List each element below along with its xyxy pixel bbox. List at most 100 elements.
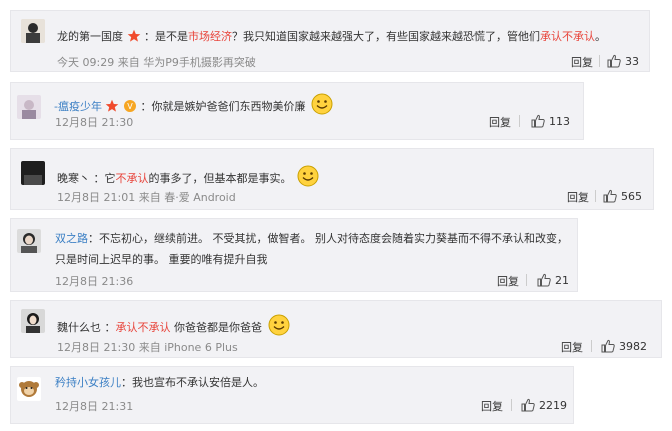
avatar[interactable] <box>21 19 45 43</box>
timestamp: 12月8日 21:30 <box>55 116 134 129</box>
highlight-link[interactable]: 不承认 <box>116 172 149 185</box>
comment-text: 龙的第一国度 ：是不是市场经济？我只知道国家越来越强大了，有些国家越来越恐慌了，… <box>57 29 606 45</box>
smiley-icon <box>297 165 319 187</box>
username[interactable]: -瘟疫少年 <box>54 100 102 113</box>
thumbs-up-icon <box>521 398 535 412</box>
highlight-link[interactable]: 承认不承认 <box>116 321 171 334</box>
divider <box>595 190 596 202</box>
avatar[interactable] <box>21 161 45 185</box>
username[interactable]: 龙的第一国度 <box>57 30 123 43</box>
like-button[interactable]: 3982 <box>601 339 647 353</box>
smiley-icon <box>268 314 290 336</box>
divider <box>526 274 527 286</box>
reply-button[interactable]: 回复 <box>571 54 593 70</box>
comment-meta: 12月8日 21:30 来自 iPhone 6 Plus <box>57 339 238 355</box>
colon: ： <box>93 172 105 185</box>
colon: ： <box>140 100 152 113</box>
comment-card: 魏什么乜 ：承认不承认 你爸爸都是你爸爸 12月8日 21:30 来自 iPho… <box>10 300 662 358</box>
source: 来自 iPhone 6 Plus <box>138 341 238 354</box>
reply-button[interactable]: 回复 <box>567 189 589 205</box>
comment-card: 矜持小女孩儿：我也宣布不承认安倍是人。 12月8日 21:31 回复 2219 <box>10 366 574 424</box>
like-count: 565 <box>621 189 642 203</box>
reply-button[interactable]: 回复 <box>497 273 519 289</box>
comment-meta: 12月8日 21:36 <box>55 273 133 289</box>
vip-star-icon <box>105 99 119 113</box>
like-button[interactable]: 21 <box>537 273 569 287</box>
comment-text: -瘟疫少年 V ：你就是嫉妒爸爸们东西物美价廉 <box>54 93 333 115</box>
avatar-image <box>17 377 41 401</box>
timestamp: 12月8日 21:31 <box>55 400 134 413</box>
colon: ： <box>144 30 155 43</box>
thumbs-up-icon <box>531 114 545 128</box>
comment-body: ？我只知道国家越来越强大了，有些国家越来越恐慌了，管他们 <box>232 30 540 43</box>
like-button[interactable]: 2219 <box>521 398 567 412</box>
like-count: 113 <box>549 114 570 128</box>
svg-text:V: V <box>127 102 133 111</box>
timestamp: 12月8日 21:30 <box>57 341 136 354</box>
comment-text: 晚寒丶 ：它不承认的事多了，但基本都是事实。 <box>57 165 319 187</box>
comment-body: 不忘初心，继续前进。 不受其扰，做智者。 别人对待态度会随着实力葵基而不得不承认… <box>55 232 568 266</box>
like-button[interactable]: 33 <box>607 54 639 68</box>
like-count: 2219 <box>539 398 567 412</box>
divider <box>591 340 592 352</box>
highlight-link[interactable]: 承认不承认 <box>540 30 595 43</box>
avatar-image <box>21 19 45 43</box>
smiley-icon <box>311 93 333 115</box>
divider <box>511 399 512 411</box>
crown-badge-icon: V <box>123 100 136 112</box>
avatar[interactable] <box>17 229 41 253</box>
highlight-link[interactable]: 市场经济 <box>188 30 232 43</box>
thumbs-up-icon <box>607 54 621 68</box>
username[interactable]: 双之路 <box>55 232 88 245</box>
comment-meta: 12月8日 21:01 来自 春·爱 Android <box>57 189 236 205</box>
comment-text: 矜持小女孩儿：我也宣布不承认安倍是人。 <box>55 375 264 391</box>
comment-body: 是不是 <box>155 30 188 43</box>
comment-body: 的事多了，但基本都是事实。 <box>148 172 292 185</box>
avatar[interactable] <box>17 377 41 401</box>
comment-body: 你爸爸都是你爸爸 <box>170 321 262 334</box>
comment-meta: 12月8日 21:31 <box>55 398 133 414</box>
reply-button[interactable]: 回复 <box>489 114 511 130</box>
like-count: 33 <box>625 54 639 68</box>
like-button[interactable]: 113 <box>531 114 570 128</box>
thumbs-up-icon <box>537 273 551 287</box>
comment-text: 双之路：不忘初心，继续前进。 不受其扰，做智者。 别人对待态度会随着实力葵基而不… <box>55 228 571 270</box>
vip-star-icon <box>127 29 141 43</box>
like-count: 21 <box>555 273 569 287</box>
thumbs-up-icon <box>603 189 617 203</box>
like-button[interactable]: 565 <box>603 189 642 203</box>
source: 来自 春·爱 Android <box>138 191 236 204</box>
comment-card: 晚寒丶 ：它不承认的事多了，但基本都是事实。 12月8日 21:01 来自 春·… <box>10 148 654 210</box>
username[interactable]: 矜持小女孩儿 <box>55 376 121 389</box>
timestamp: 今天 09:29 <box>57 56 115 69</box>
comment-meta: 今天 09:29 来自 华为P9手机摄影再突破 <box>57 54 256 70</box>
comment-body: 它 <box>104 172 116 185</box>
avatar-image <box>21 161 45 185</box>
comment-body: 我也宣布不承认安倍是人。 <box>132 376 264 389</box>
like-count: 3982 <box>619 339 647 353</box>
username[interactable]: 晚寒丶 <box>57 172 90 185</box>
comment-card: 龙的第一国度 ：是不是市场经济？我只知道国家越来越强大了，有些国家越来越恐慌了，… <box>10 10 650 72</box>
divider <box>519 115 520 127</box>
avatar[interactable] <box>21 309 45 333</box>
colon: ： <box>88 232 99 245</box>
colon: ： <box>121 376 132 389</box>
comment-card: -瘟疫少年 V ：你就是嫉妒爸爸们东西物美价廉 12月8日 21:30 回复 1… <box>10 82 584 140</box>
reply-button[interactable]: 回复 <box>481 398 503 414</box>
source: 来自 华为P9手机摄影再突破 <box>117 56 256 69</box>
comment-card: 双之路：不忘初心，继续前进。 不受其扰，做智者。 别人对待态度会随着实力葵基而不… <box>10 218 578 292</box>
comment-text: 魏什么乜 ：承认不承认 你爸爸都是你爸爸 <box>57 314 290 336</box>
colon: ： <box>104 321 116 334</box>
thumbs-up-icon <box>601 339 615 353</box>
timestamp: 12月8日 21:36 <box>55 275 134 288</box>
comment-meta: 12月8日 21:30 <box>55 114 133 130</box>
avatar-image <box>17 95 41 119</box>
avatar[interactable] <box>17 95 41 119</box>
avatar-image <box>17 229 41 253</box>
comment-body: 你就是嫉妒爸爸们东西物美价廉 <box>151 100 306 113</box>
username[interactable]: 魏什么乜 <box>57 321 101 334</box>
timestamp: 12月8日 21:01 <box>57 191 136 204</box>
divider <box>599 55 600 67</box>
reply-button[interactable]: 回复 <box>561 339 583 355</box>
comment-body: 。 <box>595 30 606 43</box>
